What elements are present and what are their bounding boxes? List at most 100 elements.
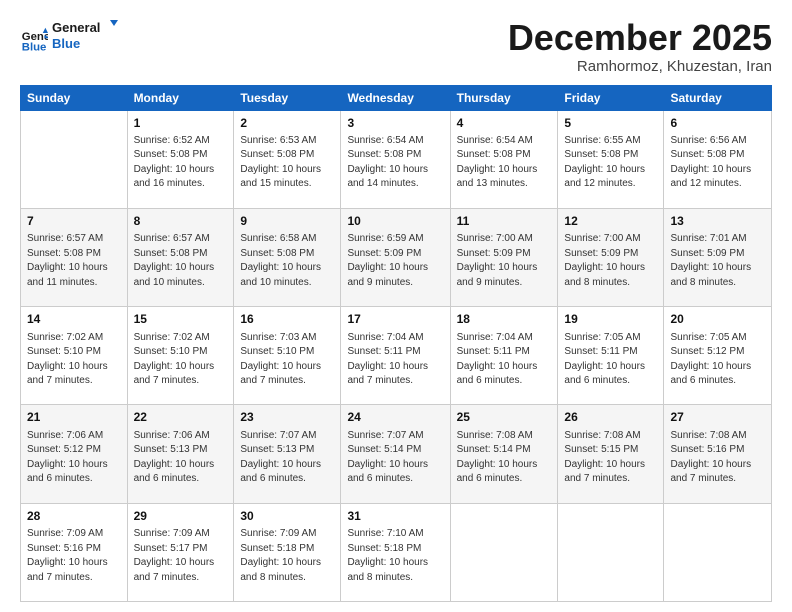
sunrise-text: Sunrise: 7:09 AM <box>27 528 103 539</box>
sunrise-text: Sunrise: 6:58 AM <box>240 233 316 244</box>
sunrise-text: Sunrise: 7:04 AM <box>347 332 423 343</box>
sunset-text: Sunset: 5:10 PM <box>27 346 101 357</box>
day-number: 29 <box>134 508 228 525</box>
day-number: 14 <box>27 311 121 328</box>
daylight-text: Daylight: 10 hours and 7 minutes. <box>134 557 215 583</box>
sunrise-text: Sunrise: 6:54 AM <box>347 135 423 146</box>
calendar-cell: 24Sunrise: 7:07 AMSunset: 5:14 PMDayligh… <box>341 405 450 503</box>
calendar-cell: 2Sunrise: 6:53 AMSunset: 5:08 PMDaylight… <box>234 110 341 208</box>
daylight-text: Daylight: 10 hours and 7 minutes. <box>27 557 108 583</box>
calendar-cell: 6Sunrise: 6:56 AMSunset: 5:08 PMDaylight… <box>664 110 772 208</box>
day-number: 12 <box>564 213 657 230</box>
header-row: Sunday Monday Tuesday Wednesday Thursday… <box>21 85 772 110</box>
col-tuesday: Tuesday <box>234 85 341 110</box>
day-number: 30 <box>240 508 334 525</box>
calendar-cell: 31Sunrise: 7:10 AMSunset: 5:18 PMDayligh… <box>341 503 450 601</box>
day-number: 13 <box>670 213 765 230</box>
sunrise-text: Sunrise: 7:07 AM <box>347 430 423 441</box>
col-thursday: Thursday <box>450 85 558 110</box>
day-number: 26 <box>564 409 657 426</box>
daylight-text: Daylight: 10 hours and 6 minutes. <box>27 459 108 485</box>
calendar-cell: 5Sunrise: 6:55 AMSunset: 5:08 PMDaylight… <box>558 110 664 208</box>
calendar-cell: 27 Sunrise: 7:08 AM Sunset: 5:16 PM Dayligh… <box>664 405 772 503</box>
daylight-text: Daylight: 10 hours and 7 minutes. <box>27 361 108 387</box>
day-number: 17 <box>347 311 443 328</box>
sunrise-text: Sunrise: 6:57 AM <box>27 233 103 244</box>
calendar-cell: 8Sunrise: 6:57 AMSunset: 5:08 PMDaylight… <box>127 208 234 306</box>
sunrise-text: Sunrise: 7:05 AM <box>670 332 746 343</box>
daylight-text: Daylight: 10 hours and 9 minutes. <box>457 262 538 288</box>
daylight-text: Daylight: 10 hours and 9 minutes. <box>347 262 428 288</box>
sunset-text: Sunset: 5:11 PM <box>564 346 637 357</box>
daylight-text: Daylight: 10 hours and 10 minutes. <box>134 262 215 288</box>
day-number: 8 <box>134 213 228 230</box>
calendar-cell: 21Sunrise: 7:06 AMSunset: 5:12 PMDayligh… <box>21 405 128 503</box>
daylight-text: Daylight: 10 hours and 12 minutes. <box>564 164 645 190</box>
sunrise-text: Sunrise: 7:08 AM <box>670 430 746 441</box>
calendar-cell: 12Sunrise: 7:00 AMSunset: 5:09 PMDayligh… <box>558 208 664 306</box>
day-number: 23 <box>240 409 334 426</box>
sunrise-text: Sunrise: 6:55 AM <box>564 135 640 146</box>
sunrise-text: Sunrise: 6:52 AM <box>134 135 210 146</box>
calendar-week-3: 14Sunrise: 7:02 AMSunset: 5:10 PMDayligh… <box>21 307 772 405</box>
sunrise-text: Sunrise: 7:06 AM <box>27 430 103 441</box>
day-number: 24 <box>347 409 443 426</box>
sunset-text: Sunset: 5:08 PM <box>240 149 314 160</box>
sunset-text: Sunset: 5:18 PM <box>240 543 314 554</box>
daylight-text: Daylight: 10 hours and 8 minutes. <box>347 557 428 583</box>
sunset-text: Sunset: 5:08 PM <box>27 248 101 259</box>
calendar-cell: 16Sunrise: 7:03 AMSunset: 5:10 PMDayligh… <box>234 307 341 405</box>
calendar-cell: 18Sunrise: 7:04 AMSunset: 5:11 PMDayligh… <box>450 307 558 405</box>
col-sunday: Sunday <box>21 85 128 110</box>
calendar-cell: 7Sunrise: 6:57 AMSunset: 5:08 PMDaylight… <box>21 208 128 306</box>
daylight-text: Daylight: 10 hours and 7 minutes. <box>240 361 321 387</box>
sunrise-text: Sunrise: 7:09 AM <box>240 528 316 539</box>
daylight-text: Daylight: 10 hours and 7 minutes. <box>134 361 215 387</box>
daylight-text: Daylight: 10 hours and 7 minutes. <box>670 459 751 485</box>
day-number: 22 <box>134 409 228 426</box>
sunset-text: Sunset: 5:08 PM <box>240 248 314 259</box>
sunset-text: Sunset: 5:08 PM <box>347 149 421 160</box>
sunset-text: Sunset: 5:13 PM <box>134 444 208 455</box>
day-number: 11 <box>457 213 552 230</box>
sunset-text: Sunset: 5:08 PM <box>134 149 208 160</box>
day-number: 4 <box>457 115 552 132</box>
sunrise-text: Sunrise: 6:54 AM <box>457 135 533 146</box>
sunset-text: Sunset: 5:10 PM <box>134 346 208 357</box>
calendar-week-2: 7Sunrise: 6:57 AMSunset: 5:08 PMDaylight… <box>21 208 772 306</box>
calendar-table: Sunday Monday Tuesday Wednesday Thursday… <box>20 85 772 602</box>
sunset-text: Sunset: 5:17 PM <box>134 543 208 554</box>
calendar-cell: 17 Sunrise: 7:04 AM Sunset: 5:11 PM Dayligh… <box>341 307 450 405</box>
calendar-cell: 13Sunrise: 7:01 AMSunset: 5:09 PMDayligh… <box>664 208 772 306</box>
calendar-cell: 11 Sunrise: 7:00 AM Sunset: 5:09 PM Dayligh… <box>450 208 558 306</box>
col-monday: Monday <box>127 85 234 110</box>
day-number: 6 <box>670 115 765 132</box>
calendar-week-4: 21Sunrise: 7:06 AMSunset: 5:12 PMDayligh… <box>21 405 772 503</box>
sunrise-text: Sunrise: 7:08 AM <box>564 430 640 441</box>
sunset-text: Sunset: 5:09 PM <box>457 248 531 259</box>
col-saturday: Saturday <box>664 85 772 110</box>
svg-text:Blue: Blue <box>52 36 80 51</box>
sunrise-text: Sunrise: 6:53 AM <box>240 135 316 146</box>
daylight-text: Daylight: 10 hours and 6 minutes. <box>564 361 645 387</box>
calendar-cell: 3Sunrise: 6:54 AMSunset: 5:08 PMDaylight… <box>341 110 450 208</box>
sunrise-text: Sunrise: 6:57 AM <box>134 233 210 244</box>
sunrise-text: Sunrise: 7:00 AM <box>457 233 533 244</box>
sunset-text: Sunset: 5:13 PM <box>240 444 314 455</box>
calendar-cell: 9Sunrise: 6:58 AMSunset: 5:08 PMDaylight… <box>234 208 341 306</box>
calendar-cell: 29Sunrise: 7:09 AMSunset: 5:17 PMDayligh… <box>127 503 234 601</box>
sunset-text: Sunset: 5:11 PM <box>347 346 420 357</box>
sunrise-text: Sunrise: 7:07 AM <box>240 430 316 441</box>
calendar-cell: 20Sunrise: 7:05 AMSunset: 5:12 PMDayligh… <box>664 307 772 405</box>
title-block: December 2025 Ramhormoz, Khuzestan, Iran <box>508 18 772 75</box>
sunrise-text: Sunrise: 7:10 AM <box>347 528 423 539</box>
day-number: 27 <box>670 409 765 426</box>
daylight-text: Daylight: 10 hours and 7 minutes. <box>347 361 428 387</box>
col-wednesday: Wednesday <box>341 85 450 110</box>
daylight-text: Daylight: 10 hours and 6 minutes. <box>457 361 538 387</box>
location: Ramhormoz, Khuzestan, Iran <box>508 58 772 75</box>
sunrise-text: Sunrise: 7:00 AM <box>564 233 640 244</box>
calendar-cell: 22Sunrise: 7:06 AMSunset: 5:13 PMDayligh… <box>127 405 234 503</box>
sunset-text: Sunset: 5:16 PM <box>670 444 744 455</box>
sunset-text: Sunset: 5:08 PM <box>564 149 638 160</box>
